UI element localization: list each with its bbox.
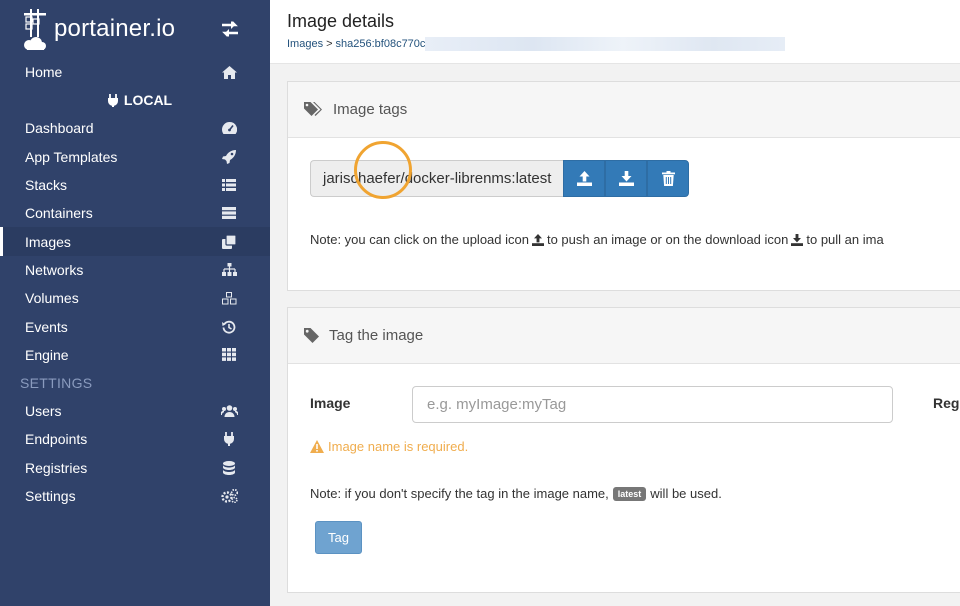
image-tags-note: Note: you can click on the upload icon t… [310, 232, 884, 247]
plug-icon [220, 432, 238, 447]
tag-icon [304, 328, 319, 343]
endpoint-name: LOCAL [123, 92, 173, 109]
sidebar-item-images[interactable]: Images [0, 227, 270, 256]
cubes-icon [220, 291, 238, 305]
sidebar-item-containers[interactable]: Containers [0, 199, 270, 227]
image-name-input[interactable] [412, 386, 893, 423]
database-icon [220, 460, 238, 475]
settings-section-label: SETTINGS [20, 374, 93, 391]
sidebar-item-label: Dashboard [25, 120, 94, 137]
image-tag-label: jarischaefer/docker-librenms:latest [310, 160, 564, 197]
endpoint-header: LOCAL [0, 86, 270, 114]
tag-image-note: Note: if you don't specify the tag in th… [310, 486, 722, 501]
pull-tag-button[interactable] [605, 160, 648, 197]
sidebar-item-dashboard[interactable]: Dashboard [0, 114, 270, 142]
image-name-warning: Image name is required. [310, 439, 468, 454]
history-icon [220, 320, 238, 334]
list-icon [220, 179, 238, 192]
plug-icon [107, 93, 118, 107]
home-icon [220, 65, 238, 79]
image-tags-panel: Image tags jarischaefer/docker-librenms:… [287, 81, 960, 291]
sidebar-item-networks[interactable]: Networks [0, 256, 270, 284]
page-header: Image details Images > sha256:bf08c770c [270, 0, 960, 64]
remove-tag-button[interactable] [647, 160, 690, 197]
sidebar-item-label: Volumes [25, 290, 79, 307]
breadcrumb-separator: > [326, 38, 333, 50]
sidebar-item-app-templates[interactable]: App Templates [0, 143, 270, 171]
tag-image-title: Tag the image [329, 327, 424, 344]
note-text-2: will be used. [650, 486, 722, 501]
note-text-1: Note: if you don't specify the tag in th… [310, 486, 609, 501]
tag-image-panel-header: Tag the image [288, 308, 960, 364]
brand-name: portainer.io [54, 15, 176, 42]
cogs-icon [220, 489, 238, 503]
tag-image-panel: Tag the image Image Reg Image name is re… [287, 307, 960, 593]
note-text-3: to pull an ima [806, 232, 884, 247]
breadcrumb-images-link[interactable]: Images [287, 38, 323, 50]
push-tag-button[interactable] [563, 160, 606, 197]
sidebar-item-home[interactable]: Home [0, 58, 270, 86]
users-icon [220, 405, 238, 418]
image-tags-title: Image tags [333, 101, 408, 118]
sidebar-item-volumes[interactable]: Volumes [0, 284, 270, 312]
sidebar-item-label: Home [25, 64, 63, 81]
image-field-label: Image [310, 395, 351, 411]
th-icon [220, 348, 238, 362]
clone-icon [220, 234, 238, 249]
image-tags-panel-header: Image tags [288, 82, 960, 138]
sidebar-item-label: Endpoints [25, 431, 88, 448]
sidebar-item-engine[interactable]: Engine [0, 341, 270, 369]
sidebar-item-label: Settings [25, 488, 76, 504]
tag-button-group: jarischaefer/docker-librenms:latest [310, 160, 690, 197]
sidebar-item-label: Containers [25, 205, 93, 222]
portainer-logo-icon [24, 9, 46, 50]
upload-icon [576, 171, 592, 186]
sidebar-item-label: Networks [25, 261, 84, 278]
sidebar-item-users[interactable]: Users [0, 397, 270, 425]
latest-badge: latest [612, 486, 647, 501]
rocket-icon [220, 149, 238, 164]
sidebar: portainer.io Home LOCAL Dashboard App Te… [0, 0, 270, 606]
brand: portainer.io [0, 0, 270, 58]
sidebar-item-registries[interactable]: Registries [0, 454, 270, 482]
note-text-1: Note: you can click on the upload icon [310, 232, 529, 247]
redacted-image-id [425, 37, 786, 51]
warning-icon [310, 440, 324, 453]
trash-icon [661, 171, 675, 186]
sidebar-item-label: Images [25, 233, 71, 250]
sidebar-item-label: Events [25, 318, 68, 335]
warning-text: Image name is required. [328, 439, 469, 454]
sidebar-item-label: Users [25, 403, 62, 420]
tachometer-icon [220, 122, 238, 135]
sidebar-item-label: Stacks [25, 177, 68, 194]
exchange-icon[interactable] [220, 20, 240, 43]
page-title: Image details [287, 11, 395, 31]
tags-icon [304, 101, 323, 118]
sidebar-item-label: App Templates [25, 148, 118, 165]
download-icon [618, 171, 634, 186]
server-icon [220, 207, 238, 220]
sidebar-item-events[interactable]: Events [0, 312, 270, 340]
note-text-2: to push an image or on the download icon [546, 232, 789, 247]
breadcrumb-current: sha256:bf08c770c [335, 38, 426, 50]
sidebar-item-label: Engine [25, 346, 69, 363]
sidebar-item-settings[interactable]: Settings [0, 482, 270, 510]
breadcrumb: Images > sha256:bf08c770c [287, 37, 786, 51]
sitemap-icon [220, 263, 238, 277]
download-icon [791, 233, 804, 246]
registry-field-label: Reg [933, 395, 960, 411]
portainer-logo[interactable]: portainer.io [22, 7, 175, 51]
sidebar-item-label: Registries [25, 459, 88, 476]
upload-icon [531, 233, 544, 246]
sidebar-item-stacks[interactable]: Stacks [0, 171, 270, 199]
tag-button[interactable]: Tag [315, 521, 362, 554]
sidebar-item-endpoints[interactable]: Endpoints [0, 425, 270, 453]
